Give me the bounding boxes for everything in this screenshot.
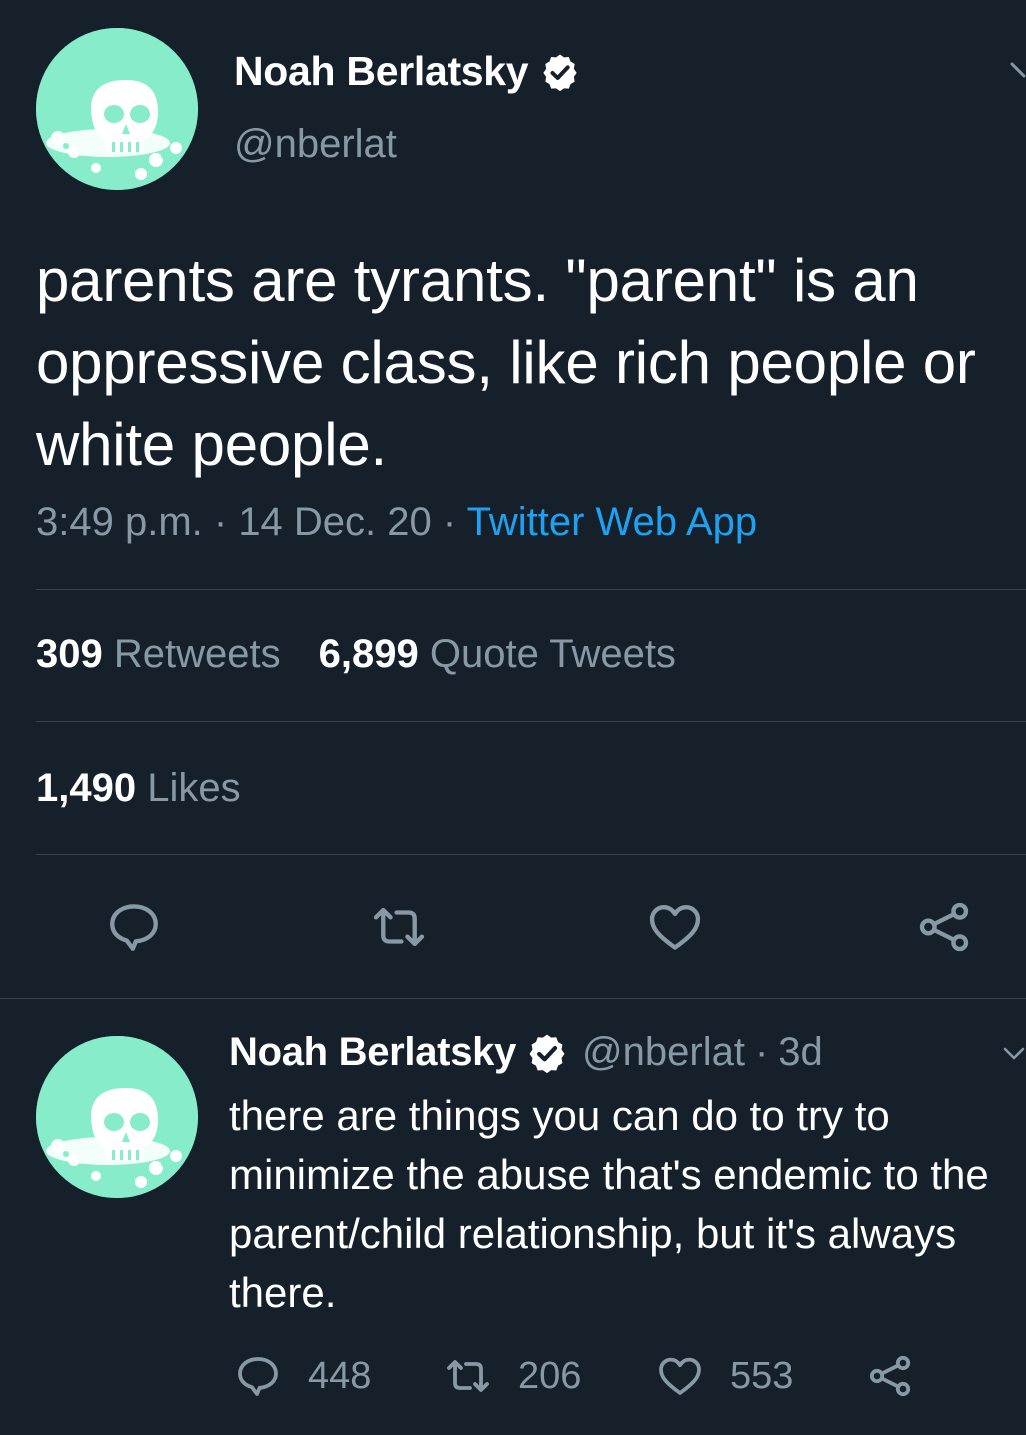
like-count: 553	[730, 1354, 794, 1397]
like-icon[interactable]	[646, 898, 704, 956]
divider	[36, 854, 1026, 855]
author-avatar[interactable]	[36, 28, 198, 190]
tweet-source-link[interactable]: Twitter Web App	[467, 500, 758, 544]
reply-replies-action[interactable]: 448	[234, 1352, 371, 1400]
retweets-label: Retweets	[113, 632, 281, 676]
verified-badge-icon	[526, 1032, 568, 1074]
reply-tweet-text: there are things you can do to try to mi…	[229, 1092, 989, 1316]
quote-tweets-label: Quote Tweets	[429, 632, 676, 676]
reply-likes-action[interactable]: 553	[656, 1352, 793, 1400]
reply-author-handle[interactable]: @nberlat	[582, 1030, 745, 1075]
likes-count: 1,490	[36, 766, 137, 810]
retweets-count: 309	[36, 632, 103, 676]
tweet-date: 14 Dec. 20	[238, 500, 432, 544]
share-icon[interactable]	[915, 898, 973, 956]
reply-icon[interactable]	[234, 1352, 282, 1400]
quote-tweets-stat[interactable]: 6,899 Quote Tweets	[319, 632, 676, 677]
share-icon[interactable]	[866, 1352, 914, 1400]
quote-tweets-count: 6,899	[318, 632, 419, 676]
reply-share-action[interactable]	[866, 1352, 914, 1400]
retweets-stat[interactable]: 309 Retweets	[36, 632, 281, 677]
divider	[36, 721, 1026, 722]
reply-author-name[interactable]: Noah Berlatsky	[229, 1030, 516, 1075]
reply-header: Noah Berlatsky @nberlat · 3d	[229, 1030, 823, 1075]
chevron-down-icon[interactable]	[1002, 1042, 1026, 1068]
retweet-icon[interactable]	[444, 1352, 492, 1400]
reply-count: 448	[308, 1354, 372, 1397]
tweet-time: 3:49 p.m.	[36, 500, 203, 544]
retweet-count: 206	[518, 1354, 582, 1397]
chevron-down-icon[interactable]	[1010, 58, 1026, 88]
tweet-detail-page: Noah Berlatsky @nberlat parents are tyra…	[0, 0, 1026, 1435]
author-handle[interactable]: @nberlat	[234, 122, 397, 167]
divider	[0, 998, 1026, 999]
tweet-text: parents are tyrants. "parent" is an oppr…	[36, 247, 976, 478]
meta-separator: ·	[431, 500, 467, 544]
tweet-meta: 3:49 p.m. · 14 Dec. 20 · Twitter Web App	[36, 500, 757, 545]
verified-badge-icon	[540, 52, 580, 92]
author-name[interactable]: Noah Berlatsky	[234, 48, 580, 95]
like-icon[interactable]	[656, 1352, 704, 1400]
reply-age: 3d	[778, 1030, 823, 1074]
retweet-icon[interactable]	[370, 898, 428, 956]
engagement-stats: 309 Retweets 6,899 Quote Tweets	[36, 632, 676, 677]
reply-icon[interactable]	[105, 898, 163, 956]
meta-separator: ·	[202, 500, 239, 544]
divider	[36, 589, 1026, 590]
reply-retweets-action[interactable]: 206	[444, 1352, 581, 1400]
likes-label: Likes	[147, 766, 241, 810]
reply-separator: ·	[754, 1030, 769, 1074]
author-name-text[interactable]: Noah Berlatsky	[234, 48, 529, 95]
likes-stat[interactable]: 1,490 Likes	[36, 766, 241, 811]
reply-author-avatar[interactable]	[36, 1036, 198, 1198]
